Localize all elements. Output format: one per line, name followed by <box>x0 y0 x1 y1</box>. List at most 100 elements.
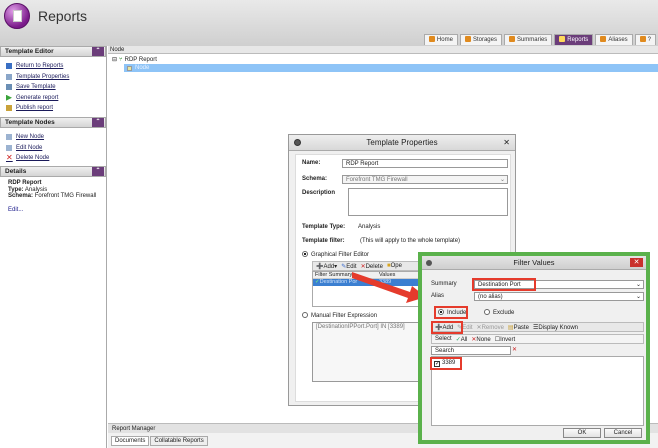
close-icon[interactable]: ✕ <box>630 258 643 267</box>
invert-button[interactable]: ☐Invert <box>495 336 515 343</box>
chevron-down-icon: ⌄ <box>635 282 641 288</box>
select-toolbar: Select ✓All ✕None ☐Invert <box>431 334 644 344</box>
details-schema-label: Schema: <box>8 193 34 199</box>
save-icon <box>6 84 12 91</box>
summaries-icon <box>508 36 515 42</box>
filter-values-titlebar: Filter Values ✕ <box>422 256 646 270</box>
home-icon <box>428 36 435 42</box>
properties-icon <box>6 73 12 80</box>
add-highlight <box>431 321 463 334</box>
radio-selected-icon <box>302 251 308 257</box>
tab-reports[interactable]: Reports <box>554 34 594 45</box>
node-column-header: Node <box>108 46 658 54</box>
close-icon[interactable]: ✕ <box>503 135 510 151</box>
details-type-value: Analysis <box>24 186 48 193</box>
dialog-logo-icon <box>294 139 301 146</box>
paste-button[interactable]: ▤Paste <box>508 324 529 331</box>
template-properties-titlebar: Template Properties ✕ <box>289 135 515 151</box>
manual-filter-radio[interactable]: Manual Filter Expression <box>302 312 377 319</box>
details-edit-link[interactable]: Edit... <box>8 207 98 214</box>
aliases-icon <box>600 36 607 42</box>
edit-node-icon <box>6 144 12 151</box>
tree-child-selected[interactable]: Node <box>124 64 658 72</box>
description-label: Description <box>302 190 336 196</box>
template-properties-link[interactable]: Template Properties <box>6 72 100 83</box>
help-icon <box>639 36 646 42</box>
radio-empty-icon <box>484 309 490 315</box>
value-highlight <box>430 357 462 370</box>
delete-x-icon: ✕ <box>6 153 13 163</box>
collapse-icon[interactable]: ⌃ <box>92 167 104 176</box>
storage-icon <box>464 36 471 42</box>
collapse-minus-icon[interactable]: ⊟ <box>112 56 117 64</box>
radio-empty-icon <box>302 312 308 318</box>
dialog-title: Template Properties <box>366 138 438 147</box>
template-nodes-links: New Node Edit Node ✕ Delete Node <box>0 128 106 166</box>
template-nodes-header: Template Nodes ⌃ <box>0 117 106 128</box>
name-label: Name: <box>302 160 321 166</box>
filter-values-dialog: Filter Values ✕ Summary Destination Port… <box>418 252 650 444</box>
display-known-button[interactable]: ☰Display Known <box>533 324 578 331</box>
app-title: Reports <box>38 8 88 24</box>
tree-root[interactable]: ⊟ ⑂ RDP Report <box>112 56 654 64</box>
collapse-icon[interactable]: ⌃ <box>92 118 104 127</box>
ok-button[interactable]: OK <box>563 428 601 438</box>
cancel-button[interactable]: Cancel <box>604 428 642 438</box>
tab-collatable-reports[interactable]: Collatable Reports <box>150 436 208 446</box>
tab-storages[interactable]: Storages <box>459 34 502 45</box>
tab-documents[interactable]: Documents <box>111 436 150 446</box>
reports-logo-icon <box>4 3 30 29</box>
template-editor-links: Return to Reports Template Properties Sa… <box>0 57 106 117</box>
nav-tabs: Home Storages Summaries Reports Aliases … <box>423 34 656 45</box>
alias-label: Alias <box>431 293 445 299</box>
filter-values-title: Filter Values <box>513 258 555 267</box>
save-template-link[interactable]: Save Template <box>6 82 100 93</box>
remove-value-button[interactable]: ✕Remove <box>477 324 504 331</box>
values-list: ✓ 3389 <box>431 356 644 426</box>
return-to-reports-link[interactable]: Return to Reports <box>6 61 100 72</box>
template-filter-note: (This will apply to the whole template) <box>360 238 461 244</box>
exclude-radio[interactable]: Exclude <box>484 309 514 316</box>
collapse-icon[interactable]: ⌃ <box>92 47 104 56</box>
tab-help[interactable]: ? <box>634 34 656 45</box>
publish-icon <box>6 105 12 112</box>
tab-summaries[interactable]: Summaries <box>503 34 553 45</box>
template-filter-label: Template filter: <box>302 238 345 244</box>
details-type-label: Type: <box>8 186 24 193</box>
graphical-filter-radio[interactable]: Graphical Filter Editor <box>302 251 369 258</box>
description-field[interactable] <box>348 188 508 216</box>
dialog-logo-icon <box>426 260 432 266</box>
template-type-value: Analysis <box>358 224 381 230</box>
new-node-link[interactable]: New Node <box>6 132 100 143</box>
chevron-down-icon: ⌄ <box>499 177 505 183</box>
chevron-down-icon: ⌄ <box>635 294 641 300</box>
generate-report-link[interactable]: Generate report <box>6 93 100 104</box>
arrow-left-icon <box>6 63 12 70</box>
tab-aliases[interactable]: Aliases <box>595 34 633 45</box>
select-label: Select <box>435 336 452 342</box>
details-header: Details ⌃ <box>0 166 106 177</box>
reports-icon <box>559 36 566 42</box>
template-editor-header: Template Editor ⌃ <box>0 46 106 57</box>
sidebar: Template Editor ⌃ Return to Reports Templ… <box>0 46 107 448</box>
alias-select[interactable]: (no alias) ⌄ <box>474 292 644 301</box>
details-panel: RDP Report Type: Analysis Schema: Forefr… <box>0 177 106 216</box>
delete-node-link[interactable]: ✕ Delete Node <box>6 153 100 164</box>
clear-search-icon[interactable]: ✕ <box>512 346 517 353</box>
search-input[interactable]: Search <box>431 346 511 355</box>
add-filter-button[interactable]: ➕Add▾ <box>316 263 337 270</box>
edit-node-link[interactable]: Edit Node <box>6 143 100 154</box>
list-item[interactable]: ✓ 3389 <box>432 357 643 370</box>
tab-home[interactable]: Home <box>423 34 458 45</box>
schema-label: Schema: <box>302 176 328 182</box>
play-icon <box>6 94 12 101</box>
select-all-button[interactable]: ✓All <box>456 336 468 343</box>
include-highlight <box>434 306 468 319</box>
app-header: Reports Home Storages Summaries Reports … <box>0 0 658 46</box>
publish-report-link[interactable]: Publish report <box>6 103 100 114</box>
node-tree: ⊟ ⑂ RDP Report Node <box>108 54 658 74</box>
select-none-button[interactable]: ✕None <box>471 336 490 343</box>
summary-highlight <box>472 278 536 291</box>
name-field[interactable]: RDP Report <box>342 159 508 168</box>
node-icon <box>127 65 132 71</box>
